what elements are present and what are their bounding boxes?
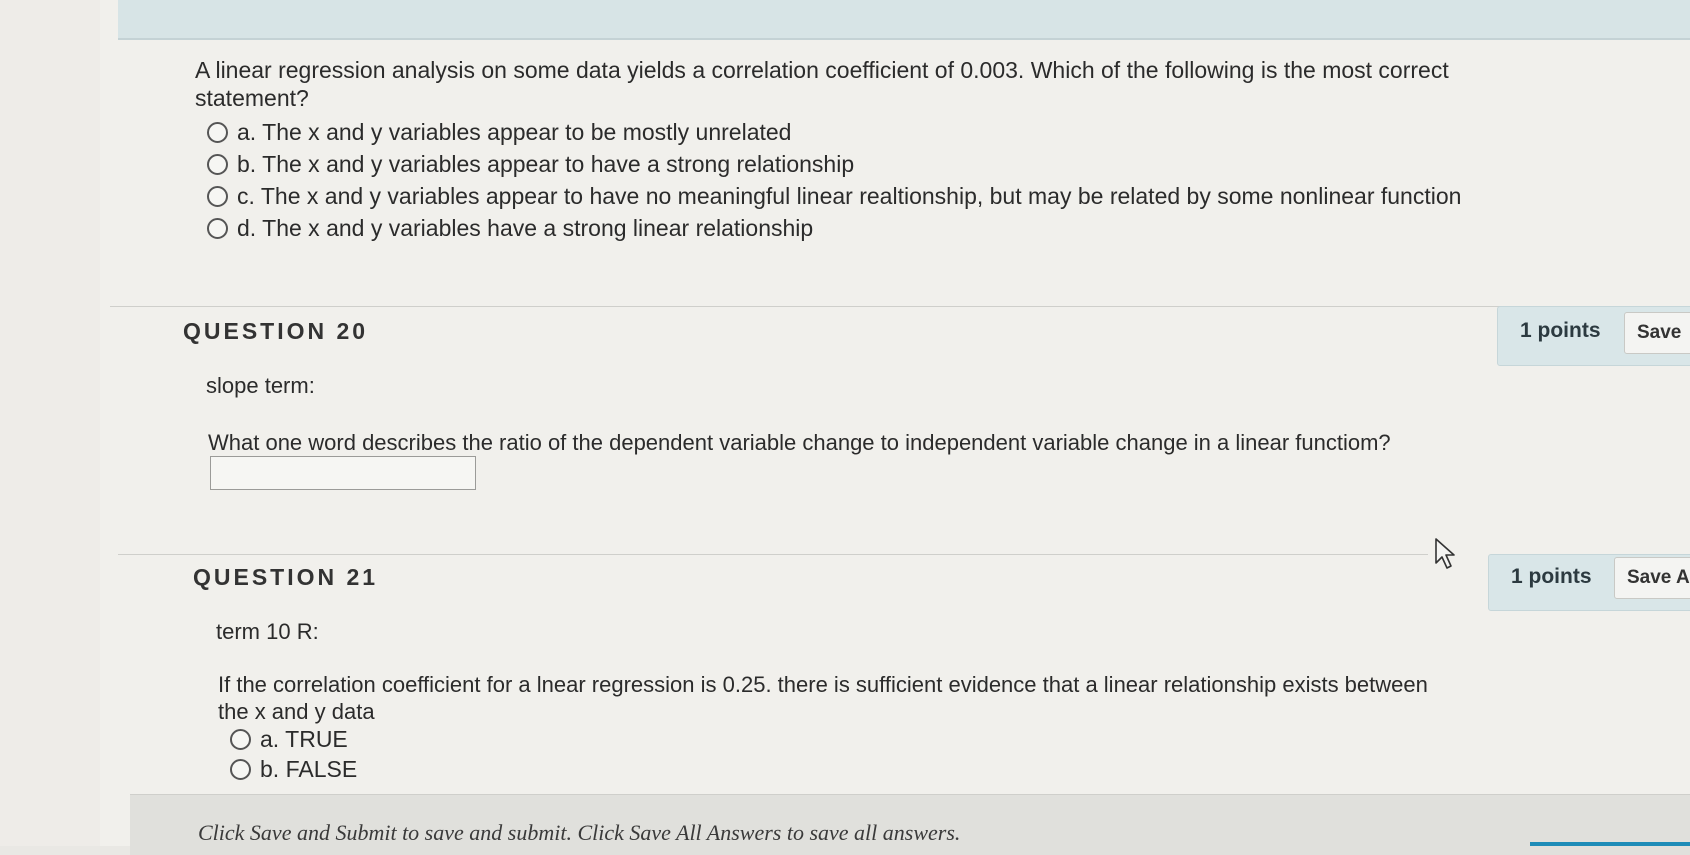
choice-label: c. The x and y variables appear to have … <box>237 183 1462 209</box>
choice-label: b. The x and y variables appear to have … <box>237 151 855 177</box>
question-divider <box>110 306 1500 307</box>
choice-label: a. TRUE <box>260 725 348 752</box>
q21-choice-a[interactable]: a. TRUE <box>230 724 357 754</box>
question-19-prompt: A linear regression analysis on some dat… <box>195 57 1449 111</box>
choice-label: d. The x and y variables have a strong l… <box>237 215 814 241</box>
choice-label: a. The x and y variables appear to be mo… <box>237 119 792 145</box>
question-divider <box>118 554 1428 555</box>
radio-button[interactable] <box>207 121 228 143</box>
question-21-choices: a. TRUE b. FALSE <box>230 724 357 784</box>
question-19-body: A linear regression analysis on some dat… <box>195 56 1495 244</box>
question-20-points: 1 points <box>1520 319 1601 342</box>
mouse-pointer-icon <box>1435 538 1455 569</box>
q19-choice-c[interactable]: c. The x and y variables appear to have … <box>207 180 1495 212</box>
footer-instructions: Click Save and Submit to save and submit… <box>198 820 961 845</box>
question-20-save-button[interactable]: Save <box>1624 312 1690 354</box>
question-20-title: slope term: <box>206 373 315 398</box>
left-margin <box>0 0 112 846</box>
question-20-header: QUESTION 20 <box>183 318 369 344</box>
top-header-bar <box>118 0 1690 40</box>
q19-choice-b[interactable]: b. The x and y variables appear to have … <box>207 148 1495 180</box>
radio-button[interactable] <box>207 217 228 239</box>
question-21-save-button[interactable]: Save A <box>1614 557 1690 599</box>
question-20-text: What one word describes the ratio of the… <box>208 430 1391 455</box>
choice-label: b. FALSE <box>260 755 358 782</box>
submit-button-edge[interactable] <box>1530 842 1690 846</box>
radio-button[interactable] <box>230 728 251 750</box>
question-21-header: QUESTION 21 <box>193 564 379 590</box>
question-21-title: term 10 R: <box>216 619 319 644</box>
radio-button[interactable] <box>207 185 228 207</box>
radio-button[interactable] <box>207 153 228 175</box>
question-19-choices: a. The x and y variables appear to be mo… <box>207 116 1495 244</box>
question-21-text: If the correlation coefficient for a lne… <box>218 672 1428 724</box>
q19-choice-a[interactable]: a. The x and y variables appear to be mo… <box>207 116 1495 148</box>
question-20-answer-field[interactable] <box>210 456 476 490</box>
q19-choice-d[interactable]: d. The x and y variables have a strong l… <box>207 212 1495 244</box>
question-21-points: 1 points <box>1511 565 1592 588</box>
radio-button[interactable] <box>230 758 251 780</box>
q21-choice-b[interactable]: b. FALSE <box>230 754 357 784</box>
